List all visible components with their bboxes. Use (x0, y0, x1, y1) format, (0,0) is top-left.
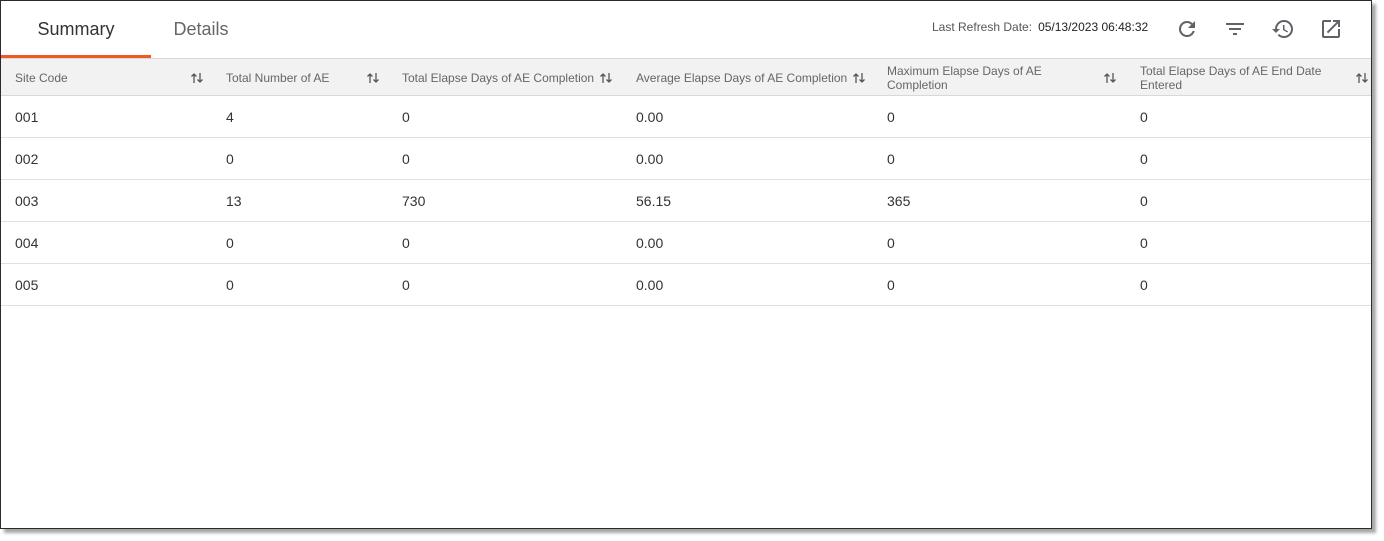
cell-total-elapse-days-end-date: 0 (1140, 108, 1148, 125)
history-icon (1272, 20, 1293, 39)
column-header-total-ae[interactable]: Total Number of AE (212, 59, 388, 97)
column-header-maximum-elapse-days[interactable]: Maximum Elapse Days of AE Completion (873, 59, 1126, 97)
column-header-label: Site Code (15, 71, 68, 85)
column-header-average-elapse-days[interactable]: Average Elapse Days of AE Completion (622, 59, 873, 97)
cell-average-elapse-days: 0.00 (636, 108, 664, 125)
top-bar: Summary Details Last Refresh Date: 05/13/… (1, 1, 1371, 58)
sort-icon[interactable] (852, 71, 866, 85)
table-row[interactable]: 001 4 0 0.00 0 0 (1, 96, 1371, 138)
column-header-site-code[interactable]: Site Code (1, 59, 212, 97)
refresh-button[interactable] (1173, 15, 1201, 43)
cell-site-code: 001 (15, 108, 39, 125)
last-refresh-label: Last Refresh Date: (932, 20, 1033, 34)
cell-total-elapse-days-end-date: 0 (1140, 192, 1148, 209)
column-header-label: Total Number of AE (226, 71, 330, 85)
cell-site-code: 005 (15, 276, 39, 293)
sort-icon[interactable] (1103, 71, 1117, 85)
cell-total-elapse-days: 0 (402, 276, 410, 293)
sort-icon[interactable] (190, 71, 204, 85)
cell-maximum-elapse-days: 0 (887, 234, 895, 251)
cell-total-ae: 0 (226, 276, 234, 293)
tab-summary[interactable]: Summary (1, 1, 151, 58)
open-external-button[interactable] (1317, 15, 1345, 43)
cell-average-elapse-days: 0.00 (636, 276, 664, 293)
table-row[interactable]: 003 13 730 56.15 365 0 (1, 180, 1371, 222)
open-external-icon (1322, 20, 1340, 38)
cell-total-ae: 0 (226, 150, 234, 167)
refresh-icon (1178, 20, 1195, 37)
cell-total-elapse-days: 0 (402, 108, 410, 125)
sort-icon[interactable] (1355, 71, 1369, 85)
cell-maximum-elapse-days: 365 (887, 192, 911, 209)
cell-total-elapse-days-end-date: 0 (1140, 150, 1148, 167)
tab-details-label: Details (173, 19, 229, 39)
column-header-label: Total Elapse Days of AE Completion (402, 71, 595, 85)
summary-table: Site Code Total Number of AE Total Elaps… (1, 58, 1371, 306)
last-refresh-info: Last Refresh Date: 05/13/2023 06:48:32 (932, 20, 1148, 34)
column-header-label: Average Elapse Days of AE Completion (636, 71, 848, 85)
tab-details[interactable]: Details (151, 1, 251, 58)
cell-maximum-elapse-days: 0 (887, 276, 895, 293)
last-refresh-value: 05/13/2023 06:48:32 (1038, 20, 1149, 34)
cell-total-elapse-days: 730 (402, 192, 426, 209)
cell-average-elapse-days: 0.00 (636, 150, 664, 167)
table-row[interactable]: 002 0 0 0.00 0 0 (1, 138, 1371, 180)
sort-icon[interactable] (366, 71, 380, 85)
column-header-label: Maximum Elapse Days of AE Completion (887, 64, 1042, 92)
sort-icon[interactable] (599, 71, 613, 85)
tab-summary-label: Summary (37, 19, 115, 39)
filter-icon (1226, 23, 1244, 35)
cell-total-ae: 4 (226, 108, 234, 125)
cell-maximum-elapse-days: 0 (887, 150, 895, 167)
column-header-label: Total Elapse Days of AE End Date Entered (1140, 64, 1322, 92)
cell-total-ae: 0 (226, 234, 234, 251)
column-header-total-elapse-days[interactable]: Total Elapse Days of AE Completion (388, 59, 622, 97)
table-header-row: Site Code Total Number of AE Total Elaps… (1, 58, 1371, 96)
table-row[interactable]: 005 0 0 0.00 0 0 (1, 264, 1371, 306)
cell-total-ae: 13 (226, 192, 242, 209)
column-header-total-elapse-days-end-date[interactable]: Total Elapse Days of AE End Date Entered (1126, 59, 1371, 97)
cell-total-elapse-days: 0 (402, 234, 410, 251)
cell-average-elapse-days: 0.00 (636, 234, 664, 251)
cell-total-elapse-days: 0 (402, 150, 410, 167)
filter-button[interactable] (1221, 15, 1249, 43)
report-window: Summary Details Last Refresh Date: 05/13/… (0, 0, 1372, 529)
cell-site-code: 002 (15, 150, 39, 167)
cell-total-elapse-days-end-date: 0 (1140, 234, 1148, 251)
history-button[interactable] (1269, 15, 1297, 43)
cell-average-elapse-days: 56.15 (636, 192, 672, 209)
cell-site-code: 004 (15, 234, 39, 251)
cell-total-elapse-days-end-date: 0 (1140, 276, 1148, 293)
table-row[interactable]: 004 0 0 0.00 0 0 (1, 222, 1371, 264)
cell-maximum-elapse-days: 0 (887, 108, 895, 125)
cell-site-code: 003 (15, 192, 39, 209)
